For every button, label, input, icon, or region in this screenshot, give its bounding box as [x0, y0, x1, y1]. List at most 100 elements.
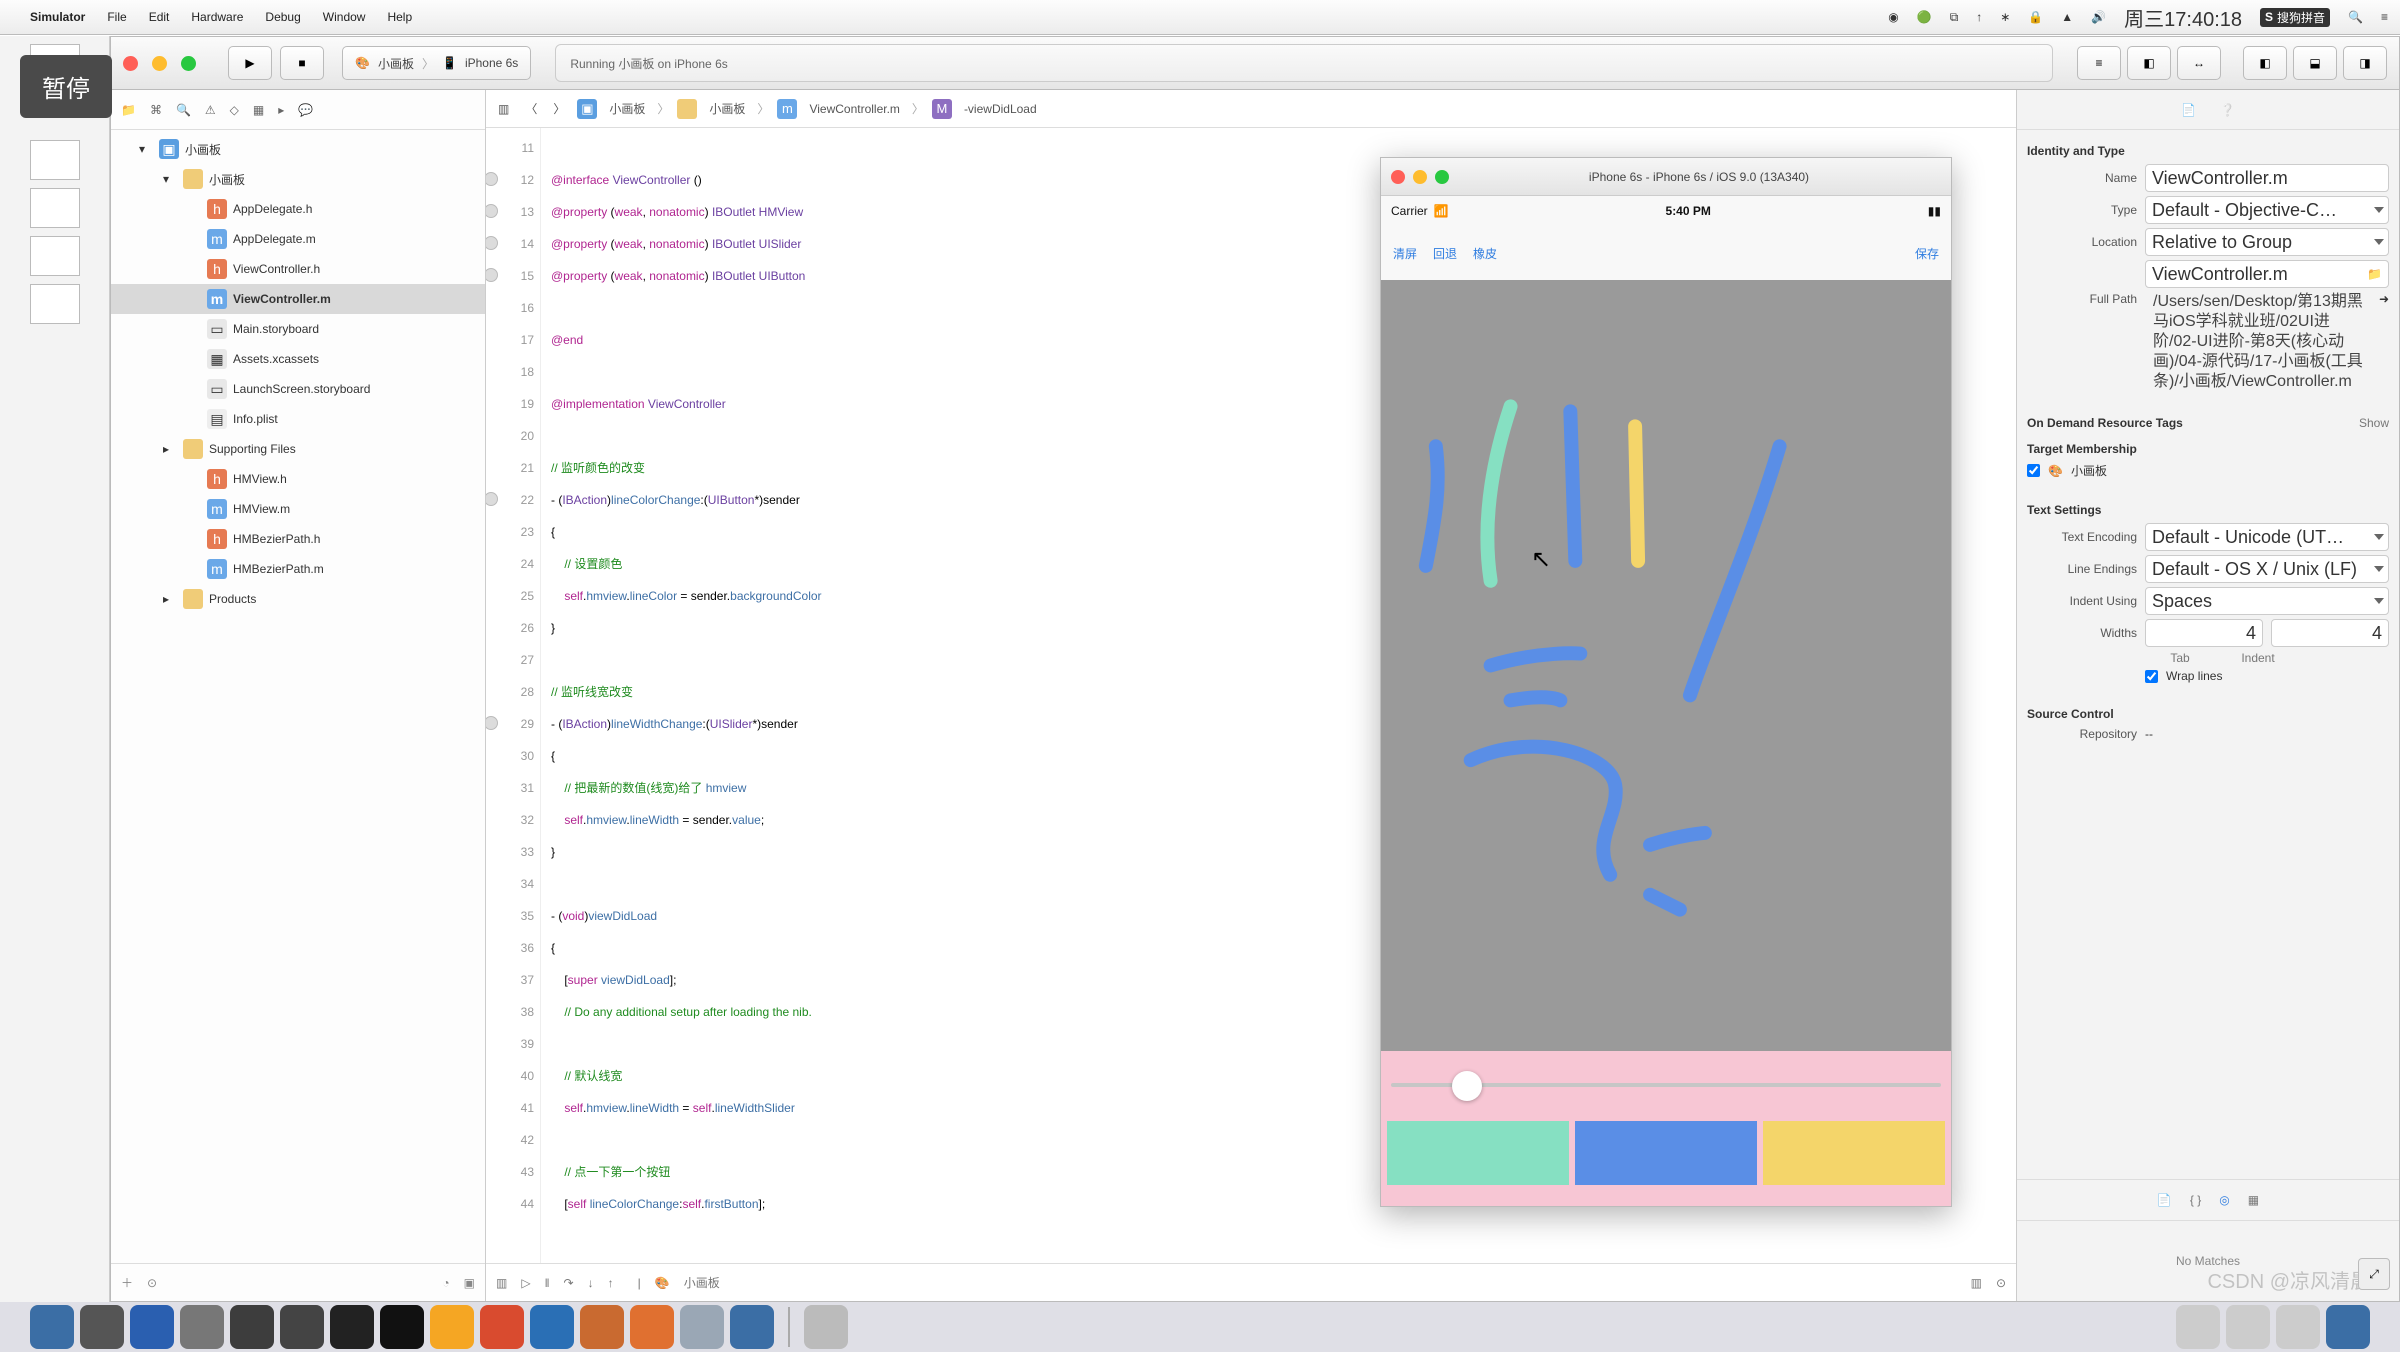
slider-thumb[interactable] [1452, 1071, 1482, 1101]
menu-help[interactable]: Help [387, 10, 412, 24]
back-button[interactable]: 〈 [521, 100, 541, 117]
symbol-nav-icon[interactable]: ⌘ [150, 103, 162, 117]
color-button-blue[interactable] [1575, 1121, 1757, 1185]
recent-filter[interactable]: ◔ [442, 1276, 449, 1290]
clock[interactable]: 周三17:40:18 [2124, 3, 2242, 32]
volume-icon[interactable]: 🔊 [2091, 10, 2106, 24]
code-body[interactable]: @interface ViewController ()@property (w… [541, 128, 822, 1263]
dock-app[interactable] [580, 1305, 624, 1349]
scm-filter[interactable]: ▣ [464, 1276, 475, 1290]
debug-output-toggle[interactable]: ▥ [1971, 1276, 1982, 1290]
dock-app-terminal[interactable] [330, 1305, 374, 1349]
name-field[interactable]: ViewController.m [2145, 164, 2389, 192]
debug-filter-icon[interactable]: ⊙ [1996, 1276, 2006, 1290]
undo-button[interactable]: 回退 [1433, 245, 1457, 262]
dock-app-sketch[interactable] [430, 1305, 474, 1349]
fullscreen-toggle[interactable]: ⤢ [2358, 1258, 2390, 1290]
menu-edit[interactable]: Edit [149, 10, 170, 24]
tree-file[interactable]: ▤Info.plist [111, 404, 485, 434]
window-minimize[interactable] [152, 56, 167, 71]
editor-assistant[interactable]: ◧ [2127, 46, 2171, 80]
step-out[interactable]: ↑ [608, 1276, 614, 1290]
simulator-titlebar[interactable]: iPhone 6s - iPhone 6s / iOS 9.0 (13A340) [1381, 158, 1951, 196]
tree-file[interactable]: hViewController.h [111, 254, 485, 284]
code-snippet-lib-icon[interactable]: { } [2190, 1193, 2201, 1207]
jump-bar[interactable]: ▥ 〈 〉 ▣小画板〉 小画板〉 mViewController.m〉 M-vi… [486, 90, 2016, 128]
sync-icon[interactable]: ↑ [1976, 10, 1982, 24]
screen-mirror-icon[interactable]: ⧉ [1950, 10, 1959, 25]
color-button-teal[interactable] [1387, 1121, 1569, 1185]
tree-file-selected[interactable]: mViewController.m [111, 284, 485, 314]
menu-file[interactable]: File [107, 10, 126, 24]
wrap-checkbox[interactable] [2145, 670, 2158, 683]
dock-app-finder[interactable] [30, 1305, 74, 1349]
tree-file[interactable]: mHMBezierPath.m [111, 554, 485, 584]
editor-standard[interactable]: ≡ [2077, 46, 2121, 80]
sim-close[interactable] [1391, 170, 1405, 184]
dock-app-launchpad[interactable] [80, 1305, 124, 1349]
target-checkbox[interactable] [2027, 464, 2040, 477]
test-nav-icon[interactable]: ◇ [230, 103, 239, 117]
tree-file[interactable]: hAppDelegate.h [111, 194, 485, 224]
dock-app-xcode[interactable] [730, 1305, 774, 1349]
tree-file[interactable]: hHMBezierPath.h [111, 524, 485, 554]
window-close[interactable] [123, 56, 138, 71]
tree-file[interactable]: ▭LaunchScreen.storyboard [111, 374, 485, 404]
drawing-canvas[interactable]: ↖ [1381, 280, 1951, 1051]
tree-group[interactable]: ▸Supporting Files [111, 434, 485, 464]
add-button[interactable]: ＋ [121, 1274, 133, 1291]
object-lib-icon[interactable]: ◎ [2219, 1193, 2229, 1207]
tab-width-stepper[interactable]: 4 [2145, 619, 2263, 647]
forward-button[interactable]: 〉 [549, 100, 569, 117]
editor-version[interactable]: ↔ [2177, 46, 2221, 80]
menu-hardware[interactable]: Hardware [191, 10, 243, 24]
find-nav-icon[interactable]: 🔍 [176, 103, 191, 117]
dock-app[interactable] [280, 1305, 324, 1349]
dock-app-safari[interactable] [130, 1305, 174, 1349]
debug-nav-icon[interactable]: ▦ [253, 103, 264, 117]
pane-bottom-toggle[interactable]: ⬓ [2293, 46, 2337, 80]
step-over[interactable]: ↷ [564, 1276, 574, 1290]
sim-minimize[interactable] [1413, 170, 1427, 184]
project-nav-icon[interactable]: 📁 [121, 103, 136, 117]
issue-nav-icon[interactable]: ⚠ [205, 103, 216, 117]
odr-show-button[interactable]: Show [2359, 416, 2389, 430]
tree-file[interactable]: ▦Assets.xcassets [111, 344, 485, 374]
width-slider[interactable] [1387, 1065, 1945, 1105]
reveal-icon[interactable]: ➜ [2379, 292, 2389, 306]
breakpoint-nav-icon[interactable]: ▸ [278, 103, 284, 117]
dock-app[interactable] [630, 1305, 674, 1349]
step-into[interactable]: ↓ [588, 1276, 594, 1290]
choose-folder-icon[interactable]: 📁 [2367, 267, 2382, 281]
clear-button[interactable]: 清屏 [1393, 245, 1417, 262]
location-select[interactable]: Relative to Group [2145, 228, 2389, 256]
bluetooth-icon[interactable]: ∗ [2000, 10, 2010, 24]
dock-app[interactable] [2276, 1305, 2320, 1349]
menu-debug[interactable]: Debug [265, 10, 300, 24]
window-zoom[interactable] [181, 56, 196, 71]
dock-app[interactable] [2176, 1305, 2220, 1349]
spotlight-icon[interactable]: 🔍 [2348, 10, 2363, 24]
scheme-selector[interactable]: 🎨 小画板 〉 📱 iPhone 6s [342, 46, 531, 80]
video-pause-button[interactable]: 暂停 [20, 55, 112, 118]
tree-group[interactable]: ▸Products [111, 584, 485, 614]
stop-button[interactable]: ■ [280, 46, 324, 80]
color-button-yellow[interactable] [1763, 1121, 1945, 1185]
indent-select[interactable]: Spaces [2145, 587, 2389, 615]
pause-debug[interactable]: ‖ [545, 1276, 550, 1290]
dock-app[interactable] [680, 1305, 724, 1349]
file-inspector-icon[interactable]: 📄 [2181, 103, 2196, 117]
tree-group[interactable]: ▾小画板 [111, 164, 485, 194]
dock-app[interactable] [804, 1305, 848, 1349]
quickhelp-inspector-icon[interactable]: ❔ [2220, 103, 2235, 117]
menu-extras-icon[interactable]: ≡ [2381, 10, 2388, 24]
pane-left-toggle[interactable]: ◧ [2243, 46, 2287, 80]
lineend-select[interactable]: Default - OS X / Unix (LF) [2145, 555, 2389, 583]
tree-project[interactable]: ▾▣小画板 [111, 134, 485, 164]
tree-file[interactable]: ▭Main.storyboard [111, 314, 485, 344]
menu-window[interactable]: Window [323, 10, 366, 24]
variables-toggle[interactable]: ▥ [496, 1276, 507, 1290]
tree-file[interactable]: mHMView.m [111, 494, 485, 524]
indent-width-stepper[interactable]: 4 [2271, 619, 2389, 647]
dock-app[interactable] [380, 1305, 424, 1349]
